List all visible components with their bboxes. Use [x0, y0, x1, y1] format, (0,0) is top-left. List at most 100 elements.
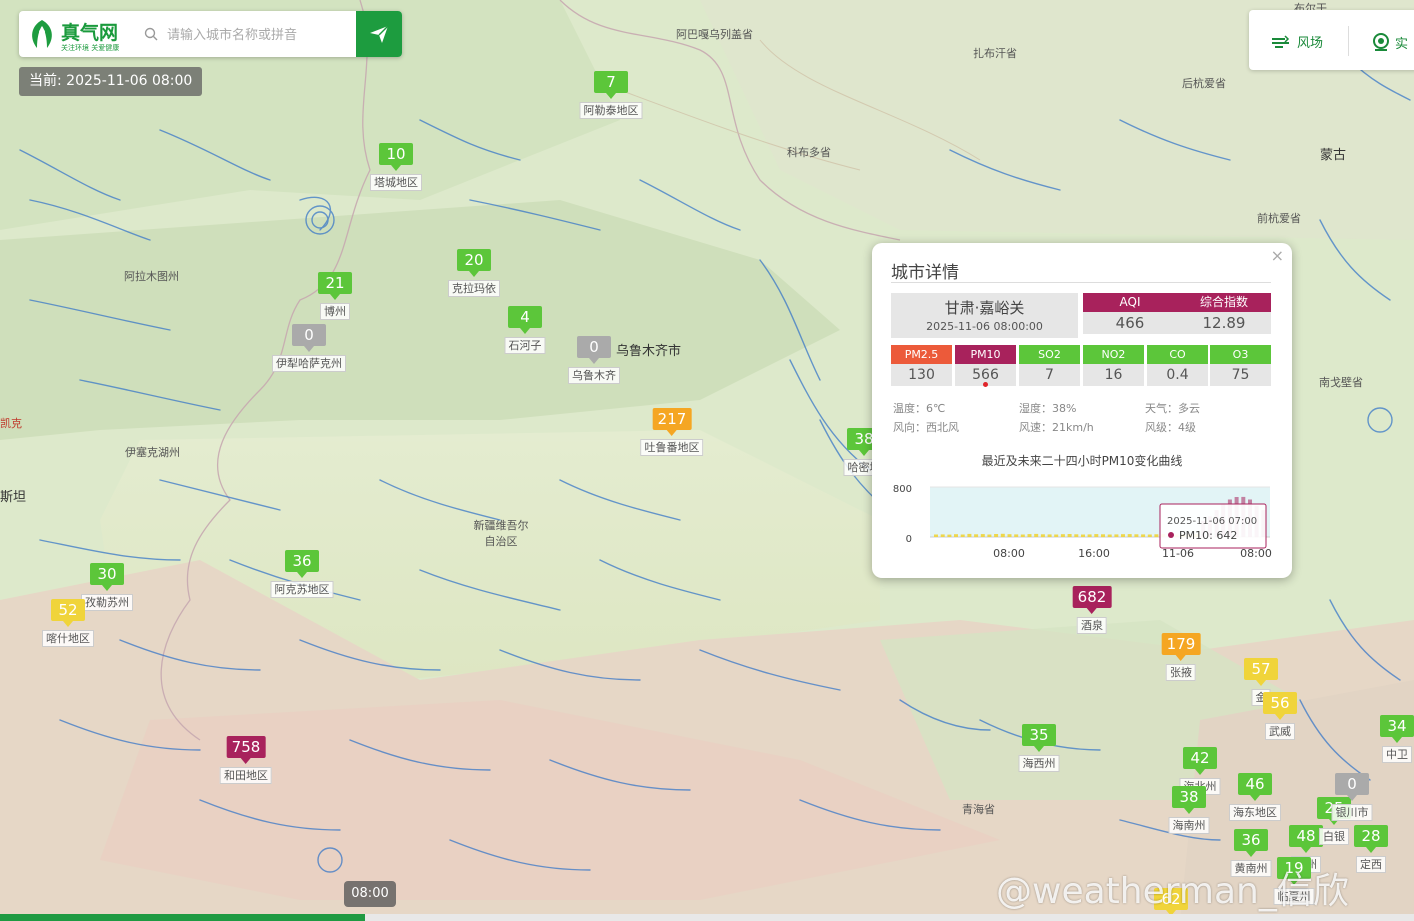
station-marker[interactable]: 36 黄南州 — [1230, 829, 1272, 877]
realtime-toggle[interactable]: 实 — [1371, 32, 1408, 52]
chart-bar[interactable] — [987, 534, 992, 538]
weather-condition: 天气：多云 — [1145, 402, 1200, 415]
pollutant-value: 566 — [955, 364, 1016, 387]
chart-bar[interactable] — [940, 534, 945, 537]
chart-bar[interactable] — [1107, 534, 1112, 538]
chart-bar[interactable] — [960, 534, 965, 538]
station-marker[interactable]: 10 塔城地区 — [370, 143, 422, 191]
chart-bar[interactable] — [974, 534, 979, 538]
station-marker[interactable]: 0 乌鲁木齐 — [568, 336, 620, 384]
chart-bar[interactable] — [1134, 534, 1139, 537]
chart-bar[interactable] — [1121, 534, 1125, 537]
chart-bar[interactable] — [994, 534, 999, 537]
search-icon — [144, 27, 158, 41]
pollutant-value: 16 — [1083, 364, 1144, 386]
timeline-thumb[interactable]: 08:00 — [344, 881, 396, 907]
pollutant-o3[interactable]: O3 75 — [1210, 345, 1271, 386]
station-marker[interactable]: 48兰州 — [1289, 825, 1323, 873]
close-icon[interactable]: × — [1271, 246, 1284, 265]
pollutant-label: PM2.5 — [891, 345, 952, 364]
pollutant-co[interactable]: CO 0.4 — [1147, 345, 1208, 386]
chart-bar[interactable] — [1067, 534, 1072, 537]
chart-bar[interactable] — [1040, 534, 1045, 538]
wind-speed: 风速：21km/h — [1019, 421, 1094, 434]
chart-bar[interactable] — [1154, 534, 1159, 538]
chart-bar[interactable] — [1047, 534, 1052, 537]
chart-bar[interactable] — [1060, 534, 1065, 537]
station-marker[interactable]: 38 海南州 — [1168, 786, 1210, 834]
chart-bar[interactable] — [1094, 534, 1099, 537]
pollutant-value: 130 — [891, 364, 952, 386]
tooltip-value: PM10: 642 — [1179, 529, 1237, 542]
station-marker[interactable]: 758 和田地区 — [219, 736, 272, 784]
map-label-region: 凯克 — [0, 417, 22, 430]
station-marker[interactable]: 217 吐鲁番地区 — [640, 408, 704, 456]
station-marker[interactable]: 20 克拉玛依 — [448, 249, 500, 297]
y-tick-label: 800 — [893, 484, 912, 495]
pm10-chart[interactable]: 800 0 08:00 16:00 11-06 08:00 2025-11-06… — [872, 473, 1292, 573]
station-marker[interactable]: 46 海东地区 — [1229, 773, 1281, 821]
station-marker[interactable]: 42海北州 — [1179, 747, 1221, 795]
chart-bar[interactable] — [1127, 534, 1132, 537]
chart-bar[interactable] — [1087, 534, 1092, 537]
tooltip-marker — [1168, 532, 1174, 538]
station-marker[interactable]: 4 石河子 — [504, 306, 546, 354]
tooltip-time: 2025-11-06 07:00 — [1167, 516, 1257, 527]
map-mode-toolbar: 风场 实 — [1249, 10, 1414, 70]
pollutant-no2[interactable]: NO2 16 — [1083, 345, 1144, 386]
search-bar: 真气网 关注环境 关爱健康 — [19, 11, 402, 57]
chart-bar[interactable] — [1114, 534, 1119, 537]
chart-bar[interactable] — [1074, 534, 1079, 537]
chart-bar[interactable] — [1147, 534, 1152, 538]
pollutant-value: 75 — [1210, 364, 1271, 386]
chart-bar[interactable] — [1027, 534, 1032, 537]
wind-field-toggle[interactable]: 风场 — [1271, 32, 1323, 51]
popup-title: 城市详情 — [891, 263, 959, 283]
pollutant-pm25[interactable]: PM2.5 130 — [891, 345, 952, 386]
chart-bar[interactable] — [1101, 534, 1105, 538]
chart-bar[interactable] — [980, 534, 985, 537]
chart-bar[interactable] — [1000, 533, 1005, 538]
station-marker[interactable]: 7 阿勒泰地区 — [579, 71, 643, 119]
composite-index-value: 12.89 — [1177, 312, 1271, 334]
chart-bar[interactable] — [967, 533, 972, 537]
station-marker[interactable]: 0 伊犁哈萨克州 — [272, 324, 346, 372]
pollutant-pm10[interactable]: PM10 566 — [955, 345, 1016, 387]
leaf-logo-icon — [32, 20, 52, 48]
wind-level: 风级：4级 — [1145, 421, 1196, 434]
station-marker[interactable]: 52 喀什地区 — [42, 599, 94, 647]
station-marker[interactable]: 21 博州 — [318, 272, 352, 320]
chart-bar[interactable] — [1034, 533, 1039, 537]
station-marker[interactable]: 34 中卫 — [1380, 715, 1414, 763]
aqi-value: 466 — [1083, 312, 1177, 334]
station-marker[interactable]: 35 海西州 — [1018, 724, 1060, 772]
chart-bar[interactable] — [1054, 534, 1059, 538]
chart-bar[interactable] — [1141, 534, 1146, 537]
map-label-province: 青海省 — [962, 803, 995, 816]
station-marker[interactable]: 179 张掖 — [1161, 633, 1201, 681]
station-marker[interactable]: 57 金 — [1244, 658, 1278, 706]
chart-bar[interactable] — [1081, 534, 1085, 538]
pollutant-label: NO2 — [1083, 345, 1144, 364]
chart-bar[interactable] — [1014, 534, 1019, 537]
timeline-bar[interactable] — [0, 914, 1414, 921]
chart-bar[interactable] — [1007, 534, 1012, 537]
station-marker[interactable]: 0 银川市 — [1331, 773, 1373, 821]
search-submit-button[interactable] — [356, 11, 402, 57]
composite-index-cell: 综合指数 12.89 — [1177, 293, 1271, 334]
station-marker[interactable]: 682 酒泉 — [1072, 586, 1112, 634]
wind-field-label: 风场 — [1297, 36, 1324, 51]
y-tick-label: 0 — [906, 534, 912, 545]
station-marker[interactable]: 36 阿克苏地区 — [270, 550, 334, 598]
chart-bar[interactable] — [1020, 534, 1025, 538]
search-input[interactable] — [165, 23, 354, 47]
x-tick-label: 16:00 — [1078, 547, 1110, 560]
station-marker[interactable]: 30 孜勒苏州 — [81, 563, 133, 611]
station-marker[interactable]: 56 武威 — [1263, 692, 1297, 740]
chart-bar[interactable] — [934, 534, 938, 538]
chart-bar[interactable] — [954, 534, 958, 537]
station-marker[interactable]: 28 定西 — [1354, 825, 1388, 873]
site-logo[interactable]: 真气网 关注环境 关爱健康 — [27, 18, 137, 52]
chart-bar[interactable] — [947, 534, 952, 537]
pollutant-so2[interactable]: SO2 7 — [1019, 345, 1080, 386]
